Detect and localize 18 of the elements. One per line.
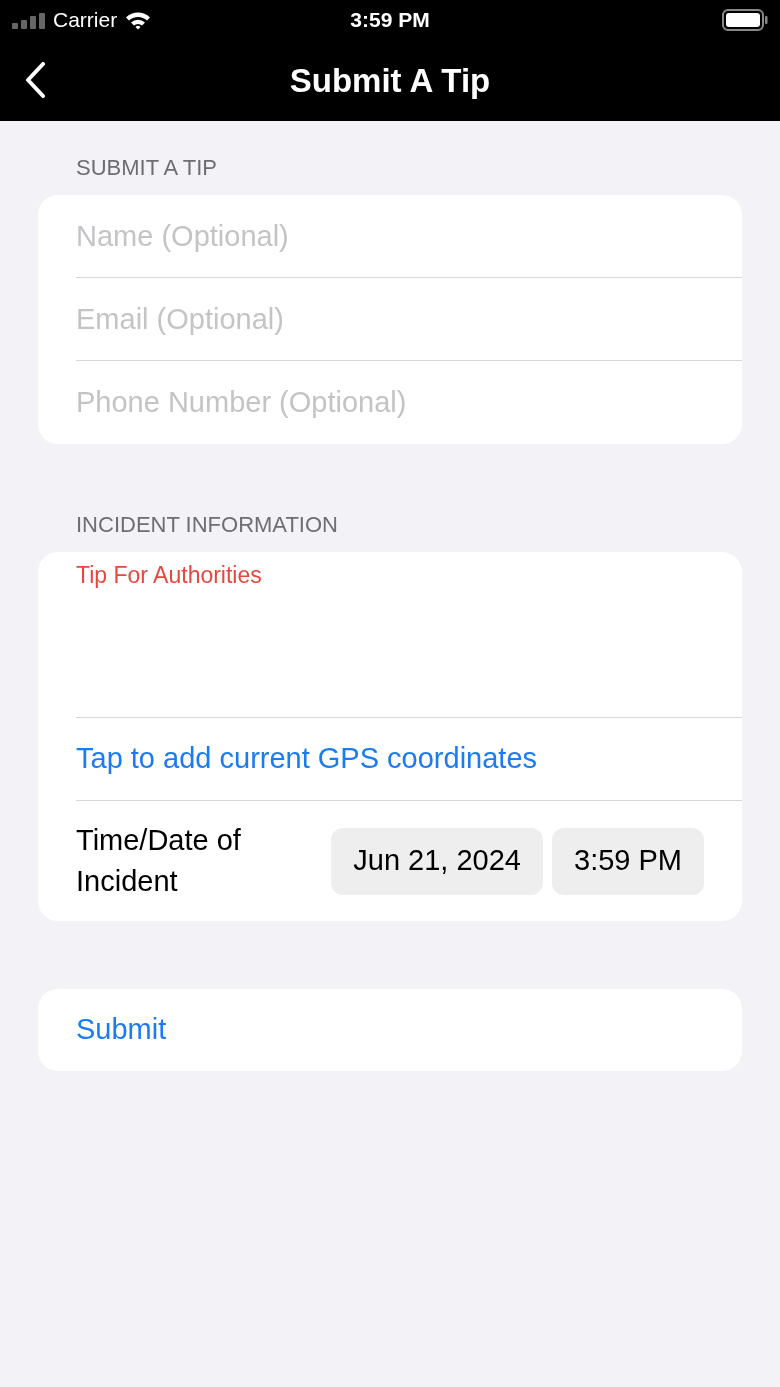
submit-button[interactable]: Submit — [38, 989, 742, 1071]
section-header: SUBMIT A TIP — [76, 154, 218, 182]
status-time: 3:59 PM — [350, 7, 430, 34]
screen-title: Submit A Tip — [289, 60, 491, 101]
datetime-label: Time/Date of Incident — [76, 823, 242, 899]
gps-link[interactable]: Tap to add current GPS coordinates — [76, 737, 538, 781]
tip-field[interactable]: Tip For Authorities — [76, 558, 742, 712]
text-field[interactable]: Phone Number (Optional) — [76, 361, 742, 444]
section-header: INCIDENT INFORMATION — [76, 511, 339, 539]
battery-icon — [722, 9, 768, 31]
text-field[interactable]: Name (Optional) — [76, 195, 742, 277]
date-picker[interactable]: Jun 21, 2024 — [331, 827, 543, 895]
signal-icon — [12, 13, 46, 29]
time-picker[interactable]: 3:59 PM — [552, 827, 704, 895]
wifi-icon — [125, 10, 152, 30]
text-field[interactable]: Email (Optional) — [76, 278, 742, 360]
carrier-name: Carrier — [53, 7, 118, 34]
back-icon — [24, 62, 46, 98]
